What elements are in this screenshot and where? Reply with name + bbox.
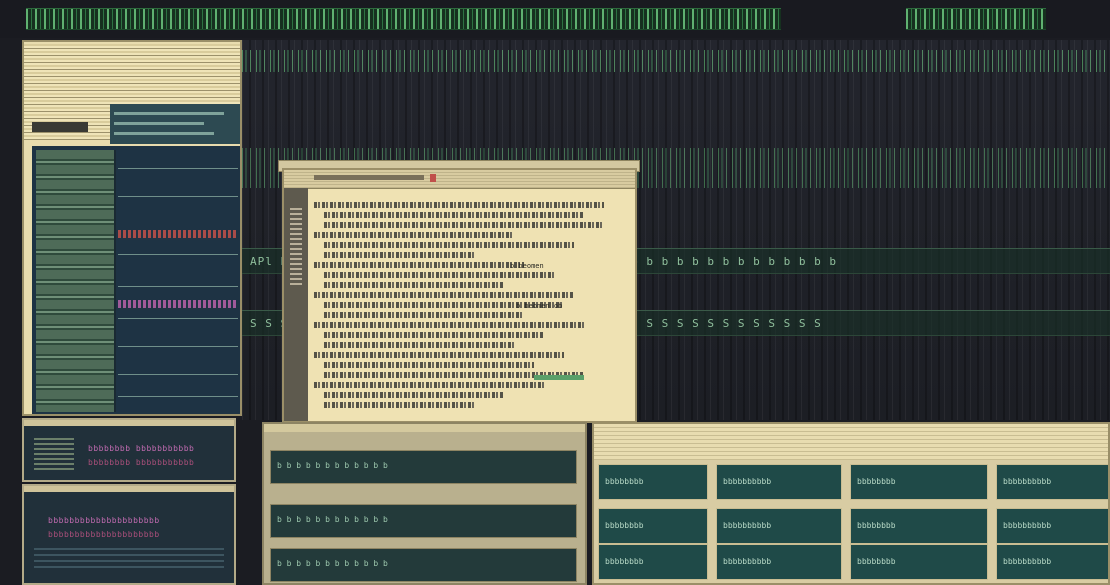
lower-left-text: bbbbbbbbbbbbbbbbbbbbb [48, 530, 160, 539]
grid-cell[interactable]: bbbbbbbbbb [716, 508, 842, 544]
document-text-line [324, 332, 544, 338]
left-panel-list[interactable] [36, 150, 116, 412]
document-green-mark [534, 375, 584, 380]
center-document-window: b beomen b beomen ob [282, 168, 637, 423]
grid-cell[interactable]: bbbbbbbb [850, 508, 988, 544]
center-window-sidebar [284, 188, 308, 421]
grid-cell[interactable]: bbbbbbbbbb [716, 544, 842, 580]
document-label: b beomen [510, 262, 544, 270]
grid-cell[interactable]: bbbbbbbbbb [996, 464, 1108, 500]
top-glyph-row-right [906, 8, 1046, 30]
document-text-line [324, 362, 534, 368]
grid-cell[interactable]: bbbbbbbb [598, 464, 708, 500]
document-text-line [324, 222, 604, 228]
terminal-glyph-band [242, 50, 1110, 72]
left-panel-label-box [32, 122, 88, 132]
lower-center-row[interactable]: b b b b b b b b b b b b [270, 504, 577, 538]
document-text-line [314, 292, 574, 298]
center-window-titlebar[interactable] [284, 170, 635, 189]
left-panel-info-box [110, 104, 240, 144]
document-text-line [324, 342, 514, 348]
document-text-line [324, 272, 554, 278]
lower-center-row[interactable]: b b b b b b b b b b b b [270, 548, 577, 582]
document-text-line [314, 202, 604, 208]
document-text-line [324, 402, 474, 408]
left-panel-red-row [118, 230, 238, 238]
top-strip [0, 0, 1110, 38]
document-text-line [314, 352, 564, 358]
left-panel [22, 40, 242, 416]
lower-center-panel: b b b b b b b b b b b b b b b b b b b b … [262, 422, 587, 585]
grid-cell[interactable]: bbbbbbbb [850, 544, 988, 580]
grid-cell[interactable]: bbbbbbbbbb [996, 508, 1108, 544]
document-text-line [324, 282, 504, 288]
lower-left-text: bbbbbbbb bbbbbbbbbbb [88, 444, 195, 453]
document-text-line [314, 382, 544, 388]
document-text-line [324, 252, 474, 258]
lower-left-top-panel: bbbbbbbb bbbbbbbbbbb bbbbbbbb bbbbbbbbbb… [22, 418, 236, 482]
grid-cell[interactable]: bbbbbbbb [598, 544, 708, 580]
document-text-line [324, 392, 504, 398]
lower-left-text: bbbbbbbbbbbbbbbbbbbbb [48, 516, 160, 525]
document-text-line [324, 242, 574, 248]
grid-cell[interactable]: bbbbbbbbbb [716, 464, 842, 500]
grid-cell[interactable]: bbbbbbbb [598, 508, 708, 544]
document-label: b beomen ob [516, 302, 563, 310]
document-text-line [324, 312, 524, 318]
lower-right-header [594, 424, 1108, 460]
top-glyph-row-left [26, 8, 781, 30]
lower-left-bottom-panel: bbbbbbbbbbbbbbbbbbbbb bbbbbbbbbbbbbbbbbb… [22, 484, 236, 585]
lower-left-text: bbbbbbbb bbbbbbbbbbb [88, 458, 195, 467]
document-text-line [314, 262, 524, 268]
grid-cell[interactable]: bbbbbbbbbb [996, 544, 1108, 580]
left-panel-magenta-row [118, 300, 238, 308]
document-text-line [314, 322, 584, 328]
document-text-line [314, 232, 514, 238]
document-text-line [324, 212, 584, 218]
left-panel-content [32, 146, 240, 414]
lower-right-panel: bbbbbbbb bbbbbbbbbb bbbbbbbb bbbbbbbbbb bbbb… [592, 422, 1110, 585]
lower-center-row[interactable]: b b b b b b b b b b b b [270, 450, 577, 484]
grid-cell[interactable]: bbbbbbbb [850, 464, 988, 500]
